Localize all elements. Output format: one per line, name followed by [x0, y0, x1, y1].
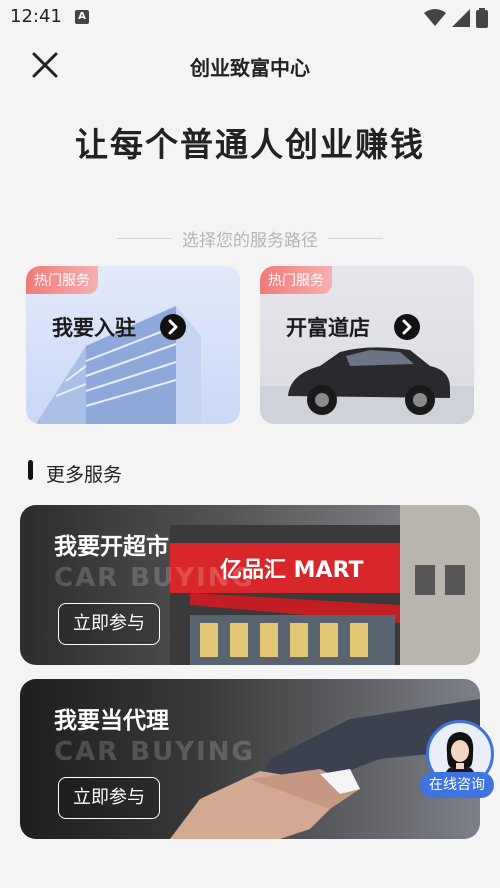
hot-tag: 热门服务: [260, 266, 332, 294]
card-title: 我要当代理: [54, 708, 169, 734]
status-icons: [424, 8, 488, 28]
card-subtitle: CAR BUYING: [54, 563, 255, 593]
divider-right: [328, 238, 383, 239]
card-subtitle: CAR BUYING: [54, 737, 255, 767]
arrow-right-icon[interactable]: [160, 314, 186, 340]
section-marker: [28, 460, 33, 480]
arrow-right-icon[interactable]: [394, 314, 420, 340]
wifi-icon: [424, 9, 446, 26]
status-time: 12:41: [10, 6, 62, 27]
status-bar: 12:41 A: [0, 0, 500, 34]
card-title: 我要开超市: [54, 534, 169, 560]
service-card-join[interactable]: 热门服务 我要入驻: [26, 266, 240, 424]
section-subtitle-text: 选择您的服务路径: [182, 231, 318, 251]
consult-label: 在线咨询: [420, 772, 494, 798]
divider-left: [117, 238, 172, 239]
signal-icon: [452, 9, 470, 27]
page-title: 创业致富中心: [190, 56, 310, 80]
card-become-agent[interactable]: 我要当代理 CAR BUYING 立即参与: [20, 679, 480, 839]
service-card-store[interactable]: 热门服务 开富道店: [260, 266, 474, 424]
more-services-title: 更多服务: [46, 464, 123, 486]
service-title-store: 开富道店: [286, 316, 370, 340]
card-open-supermarket[interactable]: 亿品汇 MART 我要开超市 CAR BUYING 立即参与: [20, 505, 480, 665]
service-title-join: 我要入驻: [52, 316, 136, 340]
join-button[interactable]: 立即参与: [58, 777, 160, 819]
notification-icon: A: [75, 10, 89, 24]
section-subtitle: 选择您的服务路径: [0, 226, 500, 251]
online-consult-button[interactable]: 在线咨询: [420, 720, 494, 800]
headline: 让每个普通人创业赚钱: [75, 125, 425, 164]
hot-tag: 热门服务: [26, 266, 98, 294]
battery-icon: [476, 8, 488, 28]
join-button[interactable]: 立即参与: [58, 603, 160, 645]
